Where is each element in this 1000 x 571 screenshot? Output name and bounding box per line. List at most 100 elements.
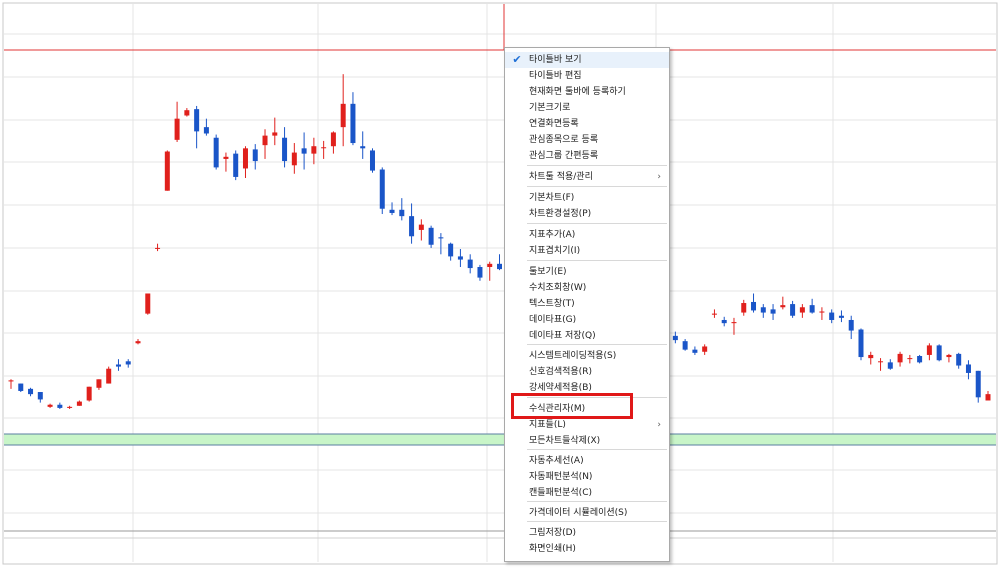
menu-item[interactable]: 수치조회창(W) <box>505 280 669 296</box>
candle-body <box>868 354 874 359</box>
candle-body <box>96 379 102 388</box>
candle-body <box>965 364 971 373</box>
candle-body <box>702 346 708 352</box>
menu-item[interactable]: 연결화면등록 <box>505 116 669 132</box>
menu-item[interactable]: 데이타표 저장(Q) <box>505 328 669 344</box>
candlestick-chart[interactable] <box>0 0 1000 567</box>
candle-body <box>125 361 131 365</box>
candle-body <box>428 227 434 245</box>
candle-body <box>67 406 73 408</box>
candle-body <box>115 364 121 367</box>
green-band <box>4 434 996 445</box>
menu-item-label: 텍스트창(T) <box>529 299 575 309</box>
candle-body <box>741 303 747 313</box>
menu-item[interactable]: 관심그룹 간편등록 <box>505 148 669 164</box>
context-menu: ✔ 타이틀바 보기타이틀바 편집현재화면 툴바에 등록하기기본크기로 연결화면등록관… <box>504 47 670 562</box>
menu-item[interactable]: 지표추가(A) <box>505 227 669 243</box>
candle-body <box>760 307 766 313</box>
menu-item[interactable]: 툴보기(E) <box>505 264 669 280</box>
menu-item[interactable]: 그림저장(D) <box>505 525 669 541</box>
candle-body <box>8 380 14 382</box>
candle-body <box>86 386 92 401</box>
menu-item[interactable]: 가격데이터 시뮬레이션(S) <box>505 505 669 521</box>
menu-item-label: 기본차트(F) <box>529 193 575 203</box>
candle-body <box>887 362 893 369</box>
candle-body <box>340 103 346 128</box>
candle-body <box>457 256 463 260</box>
menu-item-label: 현재화면 툴바에 등록하기 <box>529 87 626 97</box>
candle-body <box>711 313 717 315</box>
candle-body <box>242 148 248 169</box>
chevron-right-icon: › <box>657 172 661 182</box>
menu-item[interactable]: 텍스트창(T) <box>505 296 669 312</box>
menu-item[interactable]: 자동패턴분석(N) <box>505 469 669 485</box>
candle-body <box>389 209 395 213</box>
menu-item[interactable]: 자동추세선(A) <box>505 453 669 469</box>
candle-body <box>672 335 678 341</box>
candle-body <box>467 259 473 269</box>
menu-item[interactable]: 모든차트들삭제(X) <box>505 433 669 449</box>
menu-item-label: 데이타표 저장(Q) <box>529 331 596 341</box>
candle-body <box>975 370 981 398</box>
menu-item[interactable]: 차트환경설정(P) <box>505 206 669 222</box>
candle-body <box>369 150 375 171</box>
candle-body <box>321 147 327 149</box>
candle-body <box>57 404 63 408</box>
menu-item[interactable]: 데이타표(G) <box>505 312 669 328</box>
menu-item[interactable]: 시스템트레이딩적용(S) <box>505 348 669 364</box>
menu-item[interactable]: 신호검색적용(R) <box>505 364 669 380</box>
candle-body <box>174 118 180 140</box>
candle-body <box>233 153 239 177</box>
candle-body <box>409 216 415 237</box>
candle-body <box>291 152 297 166</box>
candle-body <box>819 311 825 313</box>
candle-body <box>360 146 366 149</box>
candle-body <box>379 169 385 209</box>
menu-item-label: 신호검색적용(R) <box>529 367 592 377</box>
candle-body <box>311 146 317 154</box>
candle-body <box>682 341 688 350</box>
candle-body <box>936 345 942 361</box>
menu-item[interactable]: 기본크기로 <box>505 100 669 116</box>
menu-item[interactable]: ✔ 타이틀바 보기 <box>505 52 669 68</box>
menu-item[interactable]: 지표겹치기(I) <box>505 243 669 259</box>
menu-item[interactable]: 캔들패턴분석(C) <box>505 485 669 501</box>
candle-body <box>330 132 336 147</box>
candle-body <box>956 353 962 366</box>
checkmark-icon: ✔ <box>512 53 522 66</box>
menu-item-label: 타이틀바 편집 <box>529 71 582 81</box>
menu-item-label: 관심종목으로 등록 <box>529 135 599 145</box>
candle-body <box>926 345 932 355</box>
candle-body <box>497 263 502 270</box>
stock-chart[interactable] <box>0 0 1000 567</box>
menu-item[interactable]: 타이틀바 편집 <box>505 68 669 84</box>
candle-body <box>790 304 796 316</box>
menu-item-label: 그림저장(D) <box>529 528 577 538</box>
candle-body <box>145 293 151 314</box>
candle-body <box>692 349 698 353</box>
candle-body <box>985 394 991 401</box>
candle-body <box>106 368 112 384</box>
candle-body <box>76 401 82 406</box>
candle-body <box>829 312 835 320</box>
menu-item-label: 차트툴 적용/관리 <box>529 172 593 182</box>
candle-body <box>203 127 209 134</box>
candle-body <box>194 109 200 132</box>
menu-item-label: 지표겹치기(I) <box>529 246 581 256</box>
candle-body <box>272 132 278 136</box>
menu-item-label: 차트환경설정(P) <box>529 209 592 219</box>
menu-item[interactable]: 관심종목으로 등록 <box>505 132 669 148</box>
menu-item-label: 관심그룹 간편등록 <box>529 151 599 161</box>
menu-item[interactable]: 기본차트(F) <box>505 190 669 206</box>
menu-item[interactable]: 지표들(L) › <box>505 417 669 433</box>
menu-item[interactable]: 화면인쇄(H) <box>505 541 669 557</box>
menu-item[interactable]: 차트툴 적용/관리 › <box>505 169 669 185</box>
candle-body <box>721 319 727 324</box>
menu-item-label: 가격데이터 시뮬레이션(S) <box>529 508 628 518</box>
highlight-annotation-box <box>511 393 633 419</box>
menu-item-label: 모든차트들삭제(X) <box>529 436 601 446</box>
menu-item[interactable]: 현재화면 툴바에 등록하기 <box>505 84 669 100</box>
menu-separator <box>527 521 667 522</box>
candle-body <box>28 388 34 395</box>
candle-body <box>907 358 913 360</box>
